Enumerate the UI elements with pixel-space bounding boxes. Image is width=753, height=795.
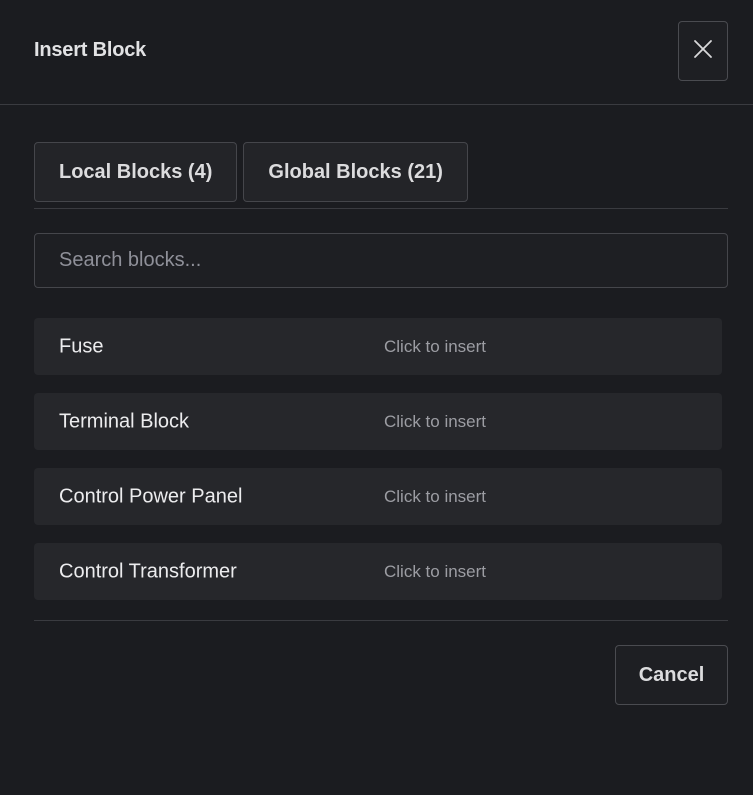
list-item[interactable]: Control Power Panel Click to insert [34,468,722,525]
insert-block-dialog: Insert Block Local Blocks (4) Global Blo… [0,0,753,795]
insert-hint: Click to insert [384,561,487,581]
tab-local-blocks[interactable]: Local Blocks (4) [34,142,238,202]
cancel-button[interactable]: Cancel [615,645,728,705]
block-tabs: Local Blocks (4) Global Blocks (21) [34,142,468,202]
insert-hint: Click to insert [384,411,487,431]
block-name: Control Power Panel [59,485,243,507]
list-item[interactable]: Control Transformer Click to insert [34,543,722,600]
close-icon [693,39,713,64]
block-name: Terminal Block [59,410,190,432]
list-item[interactable]: Fuse Click to insert [34,318,722,375]
block-list: Fuse Click to insert Terminal Block Clic… [34,318,722,618]
tabs-divider [34,208,728,209]
block-name: Fuse [59,335,104,357]
search-blocks-input[interactable] [34,233,728,288]
block-name: Control Transformer [59,560,237,582]
dialog-header: Insert Block [0,0,753,105]
footer-divider [34,620,728,621]
dialog-title: Insert Block [34,39,147,61]
insert-hint: Click to insert [384,336,487,356]
tab-global-blocks[interactable]: Global Blocks (21) [243,142,468,202]
close-button[interactable] [678,21,728,81]
list-item[interactable]: Terminal Block Click to insert [34,393,722,450]
insert-hint: Click to insert [384,486,487,506]
